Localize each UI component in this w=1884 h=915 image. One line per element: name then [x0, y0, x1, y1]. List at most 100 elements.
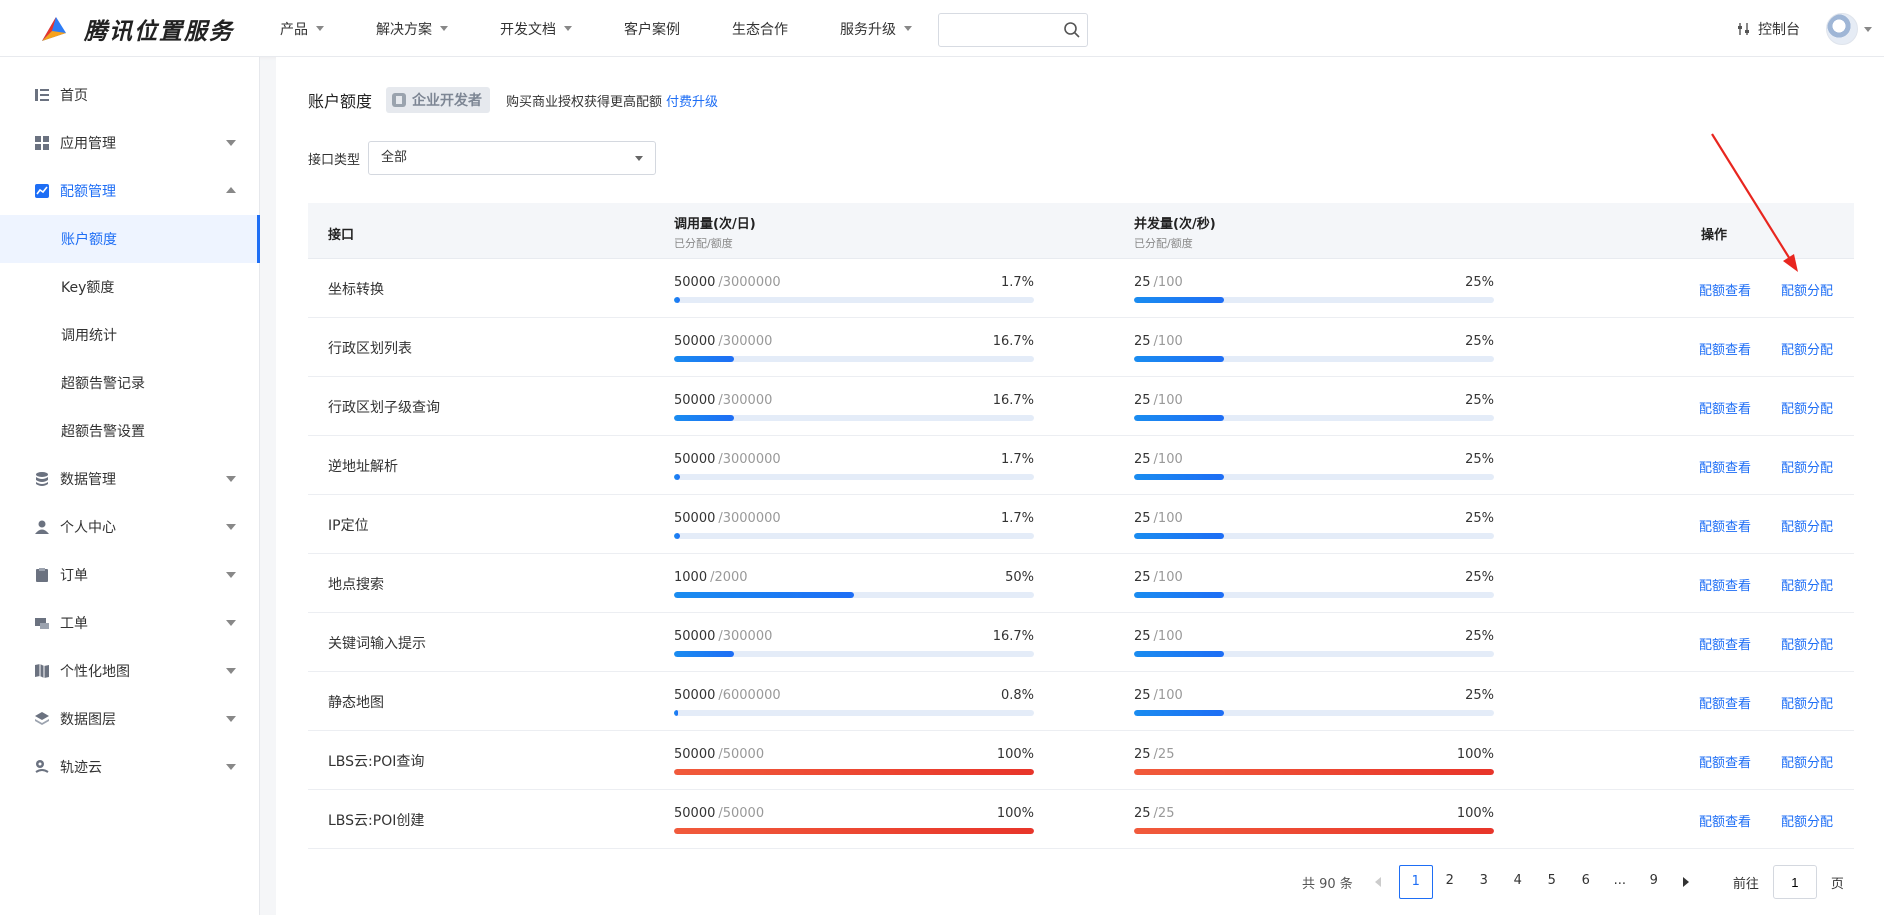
- conc-percent: 100%: [1456, 806, 1494, 821]
- conc-progress-track: [1134, 651, 1494, 657]
- quota-view-link[interactable]: 配额查看: [1699, 457, 1751, 476]
- header-calls-sub: 已分配/额度: [674, 237, 733, 250]
- conc-used: 25: [1134, 629, 1151, 644]
- quota-assign-link[interactable]: 配额分配: [1781, 811, 1833, 830]
- quota-assign-link[interactable]: 配额分配: [1781, 339, 1833, 358]
- top-navbar: 腾讯位置服务 产品 解决方案 开发文档 客户案例 生态合作 服务升级 控制台: [0, 0, 1884, 57]
- calls-quota: /6000000: [718, 688, 781, 703]
- quota-assign-link[interactable]: 配额分配: [1781, 398, 1833, 417]
- sidebar-sub-key-quota[interactable]: Key额度: [0, 263, 260, 311]
- sidebar-item-home[interactable]: 首页: [0, 71, 260, 119]
- search-input[interactable]: [939, 14, 1049, 46]
- quota-assign-link[interactable]: 配额分配: [1781, 752, 1833, 771]
- quota-view-link[interactable]: 配额查看: [1699, 634, 1751, 653]
- quota-assign-link[interactable]: 配额分配: [1781, 575, 1833, 594]
- conc-progress-track: [1134, 297, 1494, 303]
- quota-assign-link[interactable]: 配额分配: [1781, 280, 1833, 299]
- page-number[interactable]: 5: [1535, 865, 1569, 899]
- calls-percent: 16.7%: [992, 629, 1034, 644]
- conc-progress-fill: [1134, 592, 1224, 598]
- header-calls: 调用量(次/日) 已分配/额度: [674, 213, 756, 251]
- sidebar-item-quota[interactable]: 配额管理: [0, 167, 260, 215]
- conc-percent: 25%: [1465, 570, 1494, 585]
- calls-progress-fill: [674, 592, 854, 598]
- sidebar-sub-account-quota[interactable]: 账户额度: [0, 215, 260, 263]
- conc-used: 25: [1134, 334, 1151, 349]
- sidebar-item-custom-map[interactable]: 个性化地图: [0, 647, 260, 695]
- api-name: 逆地址解析: [328, 459, 398, 475]
- table-row: 关键词输入提示 50000/300000 16.7% 25/100 25% 配额…: [308, 613, 1854, 672]
- header-concurrency-sub: 已分配/额度: [1134, 237, 1193, 250]
- sidebar-item-data[interactable]: 数据管理: [0, 455, 260, 503]
- next-page-icon[interactable]: [1682, 877, 1689, 887]
- prev-page-icon[interactable]: [1374, 877, 1381, 887]
- conc-progress-fill: [1134, 297, 1224, 303]
- quota-view-link[interactable]: 配额查看: [1699, 280, 1751, 299]
- calls-quota: /300000: [718, 629, 773, 644]
- calls-quota: /50000: [718, 806, 765, 821]
- page-ellipsis[interactable]: ...: [1603, 865, 1637, 899]
- calls-quota: /2000: [710, 570, 748, 585]
- conc-progress-track: [1134, 474, 1494, 480]
- api-name: 坐标转换: [328, 282, 384, 298]
- calls-used: 50000: [674, 393, 716, 408]
- conc-progress-fill: [1134, 474, 1224, 480]
- chevron-down-icon[interactable]: [1864, 27, 1872, 32]
- upgrade-link[interactable]: 付费升级: [666, 91, 718, 110]
- quota-assign-link[interactable]: 配额分配: [1781, 693, 1833, 712]
- avatar[interactable]: [1826, 13, 1858, 45]
- page-number[interactable]: 2: [1433, 865, 1467, 899]
- quota-view-link[interactable]: 配额查看: [1699, 693, 1751, 712]
- sidebar-sub-alert-records[interactable]: 超额告警记录: [0, 359, 260, 407]
- sidebar-item-label: 工单: [60, 616, 88, 632]
- sliders-icon: [1738, 23, 1749, 35]
- console-link[interactable]: 控制台: [1736, 19, 1800, 39]
- goto-page-input[interactable]: [1772, 865, 1817, 899]
- nav-upgrade[interactable]: 服务升级: [840, 19, 912, 39]
- quota-view-link[interactable]: 配额查看: [1699, 752, 1751, 771]
- sidebar-item-orders[interactable]: 订单: [0, 551, 260, 599]
- quota-view-link[interactable]: 配额查看: [1699, 575, 1751, 594]
- quota-view-link[interactable]: 配额查看: [1699, 811, 1751, 830]
- quota-view-link[interactable]: 配额查看: [1699, 398, 1751, 417]
- api-name: 行政区划子级查询: [328, 400, 440, 416]
- page-number[interactable]: 3: [1467, 865, 1501, 899]
- table-header: 接口 调用量(次/日) 已分配/额度 并发量(次/秒) 已分配/额度 操作: [308, 203, 1854, 259]
- sidebar-item-track-cloud[interactable]: 轨迹云: [0, 743, 260, 791]
- api-type-select[interactable]: 全部: [368, 141, 657, 175]
- quota-assign-link[interactable]: 配额分配: [1781, 457, 1833, 476]
- page-number[interactable]: 9: [1637, 865, 1671, 899]
- sidebar-item-profile[interactable]: 个人中心: [0, 503, 260, 551]
- calls-used: 1000: [674, 570, 708, 585]
- concurrency-usage: 25/100 25%: [1134, 334, 1494, 362]
- calls-progress-track: [674, 828, 1034, 834]
- nav-ecosystem[interactable]: 生态合作: [732, 19, 788, 39]
- nav-cases[interactable]: 客户案例: [624, 19, 680, 39]
- nav-docs[interactable]: 开发文档: [500, 19, 572, 39]
- sidebar-sub-call-stats[interactable]: 调用统计: [0, 311, 260, 359]
- quota-assign-link[interactable]: 配额分配: [1781, 516, 1833, 535]
- conc-percent: 25%: [1465, 511, 1494, 526]
- nav-solutions[interactable]: 解决方案: [376, 19, 448, 39]
- quota-view-link[interactable]: 配额查看: [1699, 516, 1751, 535]
- brand-logo[interactable]: 腾讯位置服务: [38, 12, 234, 46]
- nav-label: 产品: [280, 21, 308, 38]
- page-number[interactable]: 4: [1501, 865, 1535, 899]
- sidebar-item-apps[interactable]: 应用管理: [0, 119, 260, 167]
- sidebar-item-layers[interactable]: 数据图层: [0, 695, 260, 743]
- nav-products[interactable]: 产品: [280, 19, 324, 39]
- quota-assign-link[interactable]: 配额分配: [1781, 634, 1833, 653]
- quota-view-link[interactable]: 配额查看: [1699, 339, 1751, 358]
- conc-quota: /100: [1153, 452, 1183, 467]
- page-number[interactable]: 1: [1398, 865, 1433, 899]
- sidebar-sub-alert-settings[interactable]: 超额告警设置: [0, 407, 260, 455]
- conc-used: 25: [1134, 806, 1151, 821]
- sidebar-item-label: 应用管理: [60, 136, 116, 152]
- conc-used: 25: [1134, 747, 1151, 762]
- search-icon[interactable]: [1063, 21, 1081, 39]
- title-row: 账户额度 企业开发者 购买商业授权获得更高配额 付费升级: [308, 87, 718, 113]
- table-row: LBS云:POI查询 50000/50000 100% 25/25 100% 配…: [308, 731, 1854, 790]
- conc-quota: /25: [1153, 806, 1175, 821]
- page-number[interactable]: 6: [1569, 865, 1603, 899]
- sidebar-item-tickets[interactable]: 工单: [0, 599, 260, 647]
